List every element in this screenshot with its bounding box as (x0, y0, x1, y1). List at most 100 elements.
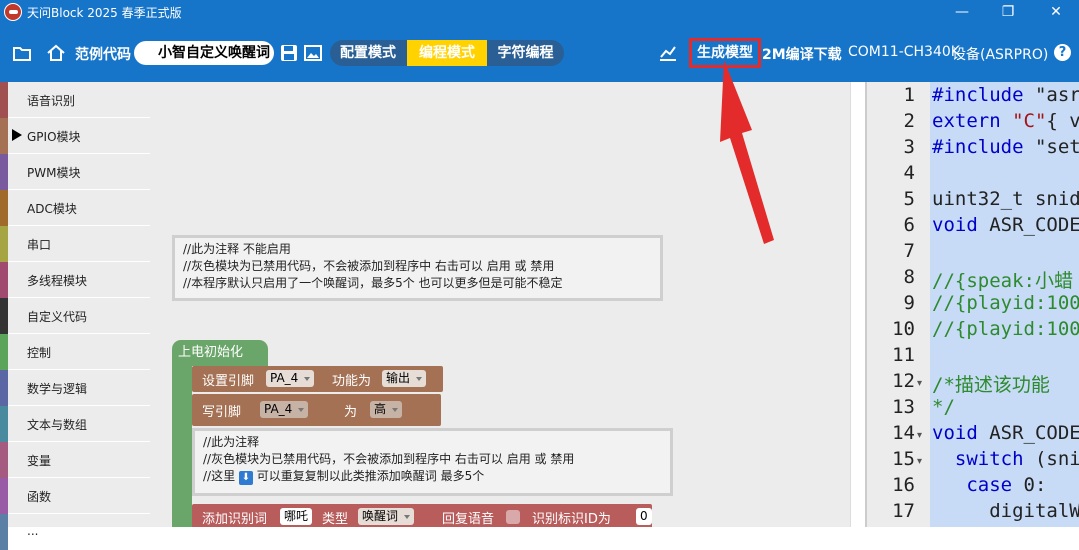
chart-icon[interactable] (658, 43, 678, 63)
pin-mode-label: 设置引脚 (202, 374, 255, 389)
category-pwm[interactable]: PWM模块 (0, 154, 150, 190)
code-line[interactable]: uint32_t snid (932, 188, 1079, 210)
comment-line-with-icon: //这里 ⬇ 可以重复复制以此类推添加唤醒词 最多5个 (203, 468, 664, 485)
code-token: case (966, 474, 1013, 496)
device-selector[interactable]: 设备(ASRPRO) (952, 44, 1048, 64)
line-number: 14 (892, 422, 915, 444)
category-text-array[interactable]: 文本与数组 (0, 406, 150, 442)
code-line[interactable]: switch (sni (932, 448, 1079, 470)
home-icon[interactable] (46, 43, 66, 63)
code-token: "C" (1012, 110, 1047, 132)
code-token: //{playid:100 (932, 292, 1079, 314)
category-label: 控制 (27, 346, 52, 360)
category-label: 变量 (27, 454, 52, 468)
comment-block[interactable]: //此为注释 不能启用 //灰色模块为已禁用代码，不会被添加到程序中 右击可以 … (172, 235, 663, 301)
image-icon[interactable] (303, 43, 323, 63)
category-functions[interactable]: 函数 (0, 478, 150, 514)
code-token: { v (1046, 110, 1079, 132)
id-label: 识别标识ID为 (532, 512, 611, 527)
function-dropdown[interactable]: 输出 (382, 370, 427, 387)
category-label: ... (27, 524, 39, 538)
tab-config-mode[interactable]: 配置模式 (330, 40, 406, 66)
open-folder-icon[interactable] (12, 43, 32, 63)
examples-button[interactable]: 范例代码 (75, 44, 131, 64)
category-label: 语音识别 (27, 94, 76, 108)
code-token: extern (932, 110, 1001, 132)
minimize-button[interactable]: — (939, 0, 985, 24)
code-line[interactable]: //{playid:100 (932, 318, 1079, 340)
code-line[interactable]: /*描述该功能 (932, 370, 1050, 397)
write-pin-dropdown[interactable]: PA_4 (260, 401, 309, 418)
code-line[interactable]: void ASR_CODE (932, 214, 1079, 236)
help-icon[interactable]: ? (1054, 44, 1071, 61)
add-wake-word-block[interactable]: 添加识别词 哪吒 类型 唤醒词 回复语音 识别标识ID为 0 (192, 504, 652, 527)
pin-mode-block[interactable]: 设置引脚 PA_4 功能为 输出 (192, 366, 443, 392)
category-custom-code[interactable]: 自定义代码 (0, 298, 150, 334)
port-selector[interactable]: COM11-CH340K (848, 44, 960, 60)
type-label: 类型 (322, 512, 349, 527)
code-editor[interactable]: #include "asr extern "C"{ v #include "set u… (930, 82, 1079, 527)
line-number: 8 (903, 266, 915, 288)
category-label: 串口 (27, 238, 52, 252)
code-line[interactable]: */ (932, 396, 955, 418)
category-color-bar (0, 262, 8, 298)
title-bar: 天问Block 2025 春季正式版 — ❐ ✕ (0, 0, 1079, 24)
tab-programming-mode[interactable]: 编程模式 (407, 40, 487, 66)
code-line[interactable]: #include "asr (932, 84, 1079, 106)
code-line[interactable]: extern "C"{ v (932, 110, 1079, 132)
setup-hat-block[interactable]: 上电初始化 (172, 340, 268, 366)
category-gpio[interactable]: GPIO模块 (0, 118, 150, 154)
maximize-button[interactable]: ❐ (985, 0, 1031, 24)
comment-block[interactable]: //此为注释 //灰色模块为已禁用代码，不会被添加到程序中 右击可以 启用 或 … (192, 428, 673, 496)
category-color-bar (0, 226, 8, 262)
code-token: //{speak:小蜡 (932, 270, 1073, 292)
line-number: 9 (903, 292, 915, 314)
write-pin-block[interactable]: 写引脚 PA_4 为 高 (192, 394, 441, 426)
setup-stack-rail (172, 366, 192, 527)
code-line[interactable]: case 0: (932, 474, 1046, 496)
reply-voice-checkbox[interactable] (506, 510, 520, 524)
code-line[interactable]: #include "set (932, 136, 1079, 158)
category-serial[interactable]: 串口 (0, 226, 150, 262)
reply-voice-label: 回复语音 (442, 512, 495, 527)
code-line[interactable]: void ASR_CODE (932, 422, 1079, 444)
category-variables[interactable]: 变量 (0, 442, 150, 478)
category-label: 自定义代码 (27, 310, 88, 324)
code-line[interactable]: digitalWr (932, 500, 1079, 522)
category-speech-recognition[interactable]: 语音识别 (0, 82, 150, 118)
fold-chevron-icon[interactable]: ▾ (917, 430, 922, 441)
type-dropdown[interactable]: 唤醒词 (358, 508, 415, 525)
project-name-input[interactable]: 小智自定义唤醒词 (134, 41, 274, 65)
code-token: (sni (1023, 448, 1079, 470)
level-dropdown[interactable]: 高 (370, 401, 403, 418)
fold-chevron-icon[interactable]: ▾ (917, 378, 922, 389)
tab-text-programming[interactable]: 字符编程 (487, 40, 564, 66)
category-adc[interactable]: ADC模块 (0, 190, 150, 226)
code-token: */ (932, 396, 955, 418)
comment-line: //此为注释 不能启用 (183, 242, 291, 256)
fold-chevron-icon[interactable]: ▾ (917, 456, 922, 467)
category-more[interactable]: ... (0, 514, 150, 550)
category-color-bar (0, 442, 8, 478)
category-control[interactable]: 控制 (0, 334, 150, 370)
category-label: 函数 (27, 490, 52, 504)
id-input[interactable]: 0 (636, 508, 652, 525)
code-line[interactable]: //{speak:小蜡 (932, 266, 1073, 293)
line-number: 13 (892, 396, 915, 418)
save-icon[interactable] (279, 43, 299, 63)
category-multithread[interactable]: 多线程模块 (0, 262, 150, 298)
line-number: 6 (903, 214, 915, 236)
wake-word-input[interactable]: 哪吒 (280, 508, 313, 525)
category-label: 多线程模块 (27, 274, 88, 288)
category-math-logic[interactable]: 数学与逻辑 (0, 370, 150, 406)
close-button[interactable]: ✕ (1033, 0, 1079, 24)
toolbar: 范例代码 小智自定义唤醒词 配置模式 编程模式 字符编程 生成模型 2M编译下载… (0, 24, 1079, 82)
workspace-scrollbar[interactable] (850, 82, 865, 527)
code-token: //{playid:100 (932, 318, 1079, 340)
block-category-sidebar: 语音识别 GPIO模块 PWM模块 ADC模块 串口 多线程模块 自定义代码 控… (0, 82, 150, 550)
code-token: switch (954, 448, 1024, 470)
line-number: 15 (892, 448, 915, 470)
code-line[interactable]: //{playid:100 (932, 292, 1079, 314)
code-token: ASR_CODE (977, 422, 1079, 444)
pin-dropdown[interactable]: PA_4 (266, 370, 315, 387)
